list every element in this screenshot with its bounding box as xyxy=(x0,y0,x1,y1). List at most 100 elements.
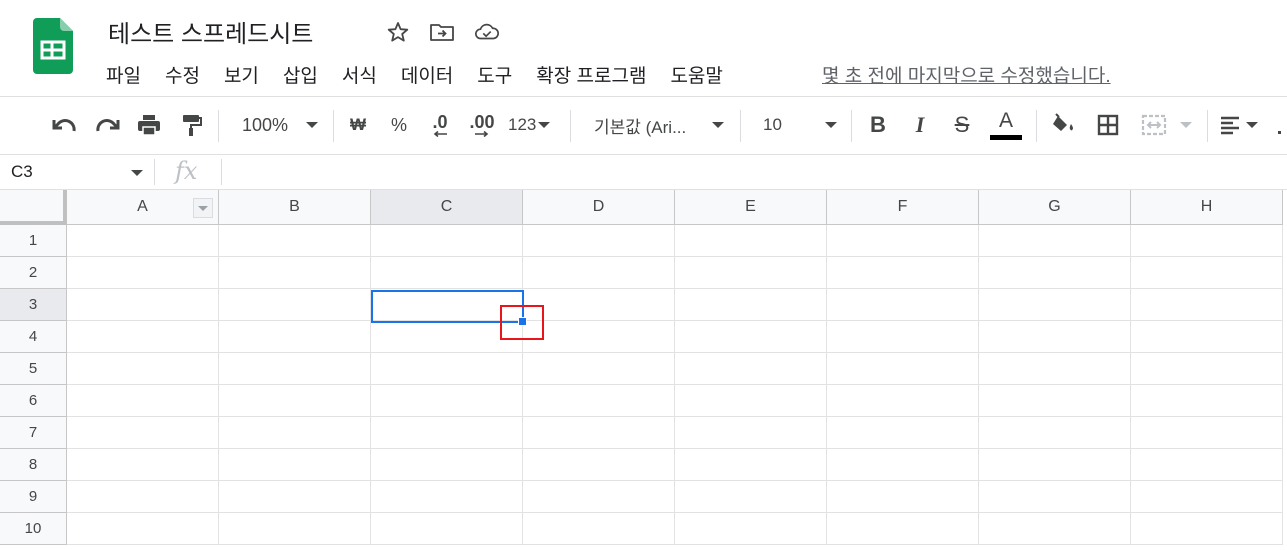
cloud-saved-icon[interactable] xyxy=(474,19,500,45)
borders-icon[interactable] xyxy=(1094,110,1122,140)
document-title[interactable]: 테스트 스프레드시트 xyxy=(108,14,313,49)
cell-c4[interactable] xyxy=(371,321,523,353)
italic-button[interactable]: I xyxy=(906,110,934,140)
fill-color-icon[interactable] xyxy=(1050,110,1078,140)
cell-b2[interactable] xyxy=(219,257,371,289)
column-header-f[interactable]: F xyxy=(827,190,979,225)
cell-d7[interactable] xyxy=(523,417,675,449)
cell-g2[interactable] xyxy=(979,257,1131,289)
cell-d4[interactable] xyxy=(523,321,675,353)
cell-h8[interactable] xyxy=(1131,449,1283,481)
cell-d10[interactable] xyxy=(523,513,675,545)
cell-e6[interactable] xyxy=(675,385,827,417)
cell-f9[interactable] xyxy=(827,481,979,513)
cell-e5[interactable] xyxy=(675,353,827,385)
row-header-3[interactable]: 3 xyxy=(0,289,67,321)
paint-format-icon[interactable] xyxy=(176,110,206,140)
name-box[interactable]: C3 xyxy=(0,155,154,189)
column-header-e[interactable]: E xyxy=(675,190,827,225)
cell-b8[interactable] xyxy=(219,449,371,481)
cell-h5[interactable] xyxy=(1131,353,1283,385)
cell-a10[interactable] xyxy=(67,513,219,545)
cell-g1[interactable] xyxy=(979,225,1131,257)
cell-a3[interactable] xyxy=(67,289,219,321)
column-header-d[interactable]: D xyxy=(523,190,675,225)
row-header-9[interactable]: 9 xyxy=(0,481,67,513)
cell-f3[interactable] xyxy=(827,289,979,321)
cell-h9[interactable] xyxy=(1131,481,1283,513)
column-header-h[interactable]: H xyxy=(1131,190,1283,225)
star-icon[interactable] xyxy=(385,19,411,45)
currency-format-button[interactable]: ₩ xyxy=(345,110,371,140)
cell-b6[interactable] xyxy=(219,385,371,417)
cell-g4[interactable] xyxy=(979,321,1131,353)
more-formats-button[interactable]: 123 xyxy=(508,110,558,140)
sheets-logo-icon[interactable] xyxy=(33,18,73,74)
cell-g9[interactable] xyxy=(979,481,1131,513)
cell-b7[interactable] xyxy=(219,417,371,449)
decrease-decimal-button[interactable]: .0 xyxy=(425,110,455,140)
cell-e7[interactable] xyxy=(675,417,827,449)
menu-file[interactable]: 파일 xyxy=(106,61,141,88)
cell-a2[interactable] xyxy=(67,257,219,289)
redo-icon[interactable] xyxy=(92,110,122,140)
cell-c10[interactable] xyxy=(371,513,523,545)
cell-f7[interactable] xyxy=(827,417,979,449)
menu-view[interactable]: 보기 xyxy=(224,61,259,88)
percent-format-button[interactable]: % xyxy=(386,110,412,140)
cell-g5[interactable] xyxy=(979,353,1131,385)
fill-handle[interactable] xyxy=(518,317,527,326)
cell-b4[interactable] xyxy=(219,321,371,353)
cell-c8[interactable] xyxy=(371,449,523,481)
cell-a4[interactable] xyxy=(67,321,219,353)
cell-e3[interactable] xyxy=(675,289,827,321)
cell-c1[interactable] xyxy=(371,225,523,257)
cell-a7[interactable] xyxy=(67,417,219,449)
font-size-select[interactable]: 10 xyxy=(760,110,842,140)
cell-e4[interactable] xyxy=(675,321,827,353)
cell-a8[interactable] xyxy=(67,449,219,481)
undo-icon[interactable] xyxy=(50,110,80,140)
cell-a1[interactable] xyxy=(67,225,219,257)
cell-d9[interactable] xyxy=(523,481,675,513)
strikethrough-button[interactable]: S xyxy=(948,110,976,140)
cell-e1[interactable] xyxy=(675,225,827,257)
cell-c2[interactable] xyxy=(371,257,523,289)
row-header-6[interactable]: 6 xyxy=(0,385,67,417)
cell-d1[interactable] xyxy=(523,225,675,257)
row-header-4[interactable]: 4 xyxy=(0,321,67,353)
cell-h10[interactable] xyxy=(1131,513,1283,545)
formula-input[interactable] xyxy=(230,157,1280,187)
row-header-2[interactable]: 2 xyxy=(0,257,67,289)
more-toolbar-icon[interactable] xyxy=(1278,110,1286,140)
cell-b10[interactable] xyxy=(219,513,371,545)
menu-edit[interactable]: 수정 xyxy=(165,61,200,88)
cell-g8[interactable] xyxy=(979,449,1131,481)
print-icon[interactable] xyxy=(134,110,164,140)
menu-extensions[interactable]: 확장 프로그램 xyxy=(536,61,646,88)
zoom-select[interactable]: 100% xyxy=(238,110,328,140)
column-header-g[interactable]: G xyxy=(979,190,1131,225)
font-family-select[interactable]: 기본값 (Ari... xyxy=(590,110,730,140)
menu-help[interactable]: 도움말 xyxy=(670,61,722,88)
cell-b5[interactable] xyxy=(219,353,371,385)
cell-h1[interactable] xyxy=(1131,225,1283,257)
cell-f1[interactable] xyxy=(827,225,979,257)
cell-b3[interactable] xyxy=(219,289,371,321)
cell-h7[interactable] xyxy=(1131,417,1283,449)
cell-f6[interactable] xyxy=(827,385,979,417)
cell-c9[interactable] xyxy=(371,481,523,513)
row-header-7[interactable]: 7 xyxy=(0,417,67,449)
cell-h3[interactable] xyxy=(1131,289,1283,321)
cell-g10[interactable] xyxy=(979,513,1131,545)
cell-d2[interactable] xyxy=(523,257,675,289)
bold-button[interactable]: B xyxy=(864,110,892,140)
cell-h2[interactable] xyxy=(1131,257,1283,289)
cell-a6[interactable] xyxy=(67,385,219,417)
cell-f4[interactable] xyxy=(827,321,979,353)
column-menu-icon[interactable] xyxy=(193,198,213,218)
cell-a5[interactable] xyxy=(67,353,219,385)
last-edit-link[interactable]: 몇 초 전에 마지막으로 수정했습니다. xyxy=(822,61,1111,88)
row-header-8[interactable]: 8 xyxy=(0,449,67,481)
menu-data[interactable]: 데이터 xyxy=(401,61,453,88)
